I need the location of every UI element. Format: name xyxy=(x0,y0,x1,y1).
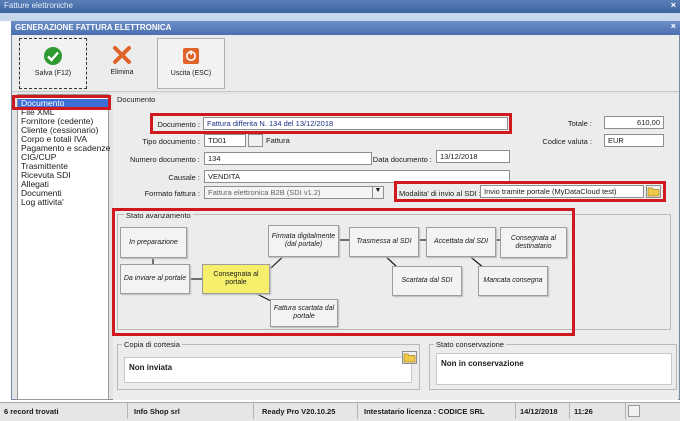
chevron-down-icon[interactable]: ▼ xyxy=(372,186,384,199)
tipo-documento-lookup-button[interactable] xyxy=(248,134,263,147)
stato-conservazione-box xyxy=(436,353,672,385)
outer-close-icon[interactable]: × xyxy=(671,0,676,10)
formato-fattura-label: Formato fattura : xyxy=(144,189,200,198)
exit-icon xyxy=(181,46,201,66)
checkmark-icon xyxy=(43,46,63,66)
exit-label: Uscita (ESC) xyxy=(170,70,212,77)
highlight-documento-row xyxy=(150,113,512,134)
status-license: Intestatario licenza : CODICE SRL xyxy=(360,403,516,419)
sidebar: Documento File XML Fornitore (cedente) C… xyxy=(17,94,110,400)
delete-x-icon xyxy=(112,45,132,65)
highlight-stato-avanzamento xyxy=(112,208,575,336)
copia-cortesia-title: Copia di cortesia xyxy=(122,340,182,349)
exit-button[interactable]: Uscita (ESC) xyxy=(157,38,225,89)
status-indicator-box xyxy=(628,405,640,417)
highlight-documento-tab xyxy=(12,95,111,110)
causale-label: Causale : xyxy=(168,173,200,182)
document-section-title: Documento xyxy=(117,95,156,104)
dialog-title: GENERAZIONE FATTURA ELETTRONICA xyxy=(11,21,680,35)
data-documento-field[interactable]: 13/12/2018 xyxy=(436,150,510,163)
codice-valuta-field[interactable]: EUR xyxy=(604,134,664,147)
stato-conservazione-value: Non in conservazione xyxy=(441,359,524,368)
background-window-strip xyxy=(0,13,680,21)
data-documento-label: Data documento : xyxy=(372,155,432,164)
delete-label: Elimina xyxy=(110,69,134,76)
numero-documento-field[interactable]: 134 xyxy=(204,152,372,165)
status-time: 11:26 xyxy=(570,403,626,419)
copia-cortesia-folder-icon[interactable] xyxy=(402,351,417,364)
dialog-close-icon[interactable]: × xyxy=(671,21,676,31)
tipo-documento-code[interactable]: TD01 xyxy=(204,134,246,147)
delete-button[interactable]: Elimina xyxy=(88,38,156,89)
codice-valuta-label: Codice valuta : xyxy=(542,137,592,146)
copia-cortesia-value: Non inviata xyxy=(129,363,173,372)
status-records: 6 record trovati xyxy=(0,403,128,419)
totale-field[interactable]: 610,00 xyxy=(604,116,664,129)
formato-fattura-select[interactable]: Fattura elettronica B2B (SDI v1.2) xyxy=(204,186,384,199)
sidebar-item-log[interactable]: Log attivita' xyxy=(18,198,108,207)
status-date: 14/12/2018 xyxy=(516,403,570,419)
totale-label: Totale : xyxy=(567,119,592,128)
tipo-documento-desc: Fattura xyxy=(266,136,290,145)
save-label: Salva (F12) xyxy=(34,70,72,77)
status-company: Info Shop srl xyxy=(130,403,254,419)
stato-conservazione-title: Stato conservazione xyxy=(434,340,506,349)
status-version: Ready Pro V20.10.25 xyxy=(258,403,358,419)
save-button[interactable]: Salva (F12) xyxy=(19,38,87,89)
outer-window-title: Fatture elettroniche xyxy=(0,0,680,13)
tipo-documento-label: Tipo documento : xyxy=(142,137,200,146)
highlight-modalita-invio xyxy=(394,181,666,202)
numero-documento-label: Numero documento : xyxy=(129,155,200,164)
